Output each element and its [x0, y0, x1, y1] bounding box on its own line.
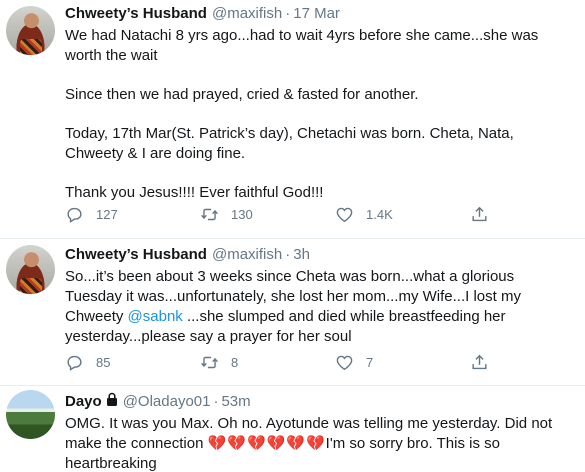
- avatar[interactable]: [6, 245, 55, 294]
- share-button[interactable]: [470, 205, 501, 224]
- like-count: 1.4K: [366, 207, 393, 222]
- like-count: 7: [366, 355, 374, 370]
- retweet-count: 8: [231, 355, 239, 370]
- tweet[interactable]: Dayo @Oladayo01 · 53m OMG. It was you Ma…: [0, 386, 585, 472]
- like-button[interactable]: 1.4K: [335, 205, 470, 224]
- timestamp[interactable]: 17 Mar: [293, 4, 340, 24]
- tweet[interactable]: Chweety’s Husband @maxifish · 3h So...it…: [0, 239, 585, 386]
- tweet-actions: 127 130 1.4K: [65, 205, 585, 224]
- timestamp[interactable]: 3h: [293, 245, 310, 265]
- reply-count: 127: [96, 207, 118, 222]
- share-icon: [472, 206, 487, 222]
- heart-icon: [336, 207, 353, 223]
- heart-icon: [336, 355, 353, 371]
- tweet-paragraph: We had Natachi 8 yrs ago...had to wait 4…: [65, 27, 539, 64]
- separator-dot: ·: [213, 393, 219, 410]
- reply-count: 85: [96, 355, 111, 370]
- separator-dot: ·: [285, 246, 291, 263]
- tweet-paragraph: Today, 17th Mar(St. Patrick’s day), Chet…: [65, 125, 514, 162]
- tweet-actions: 85 8 7: [65, 353, 585, 372]
- tweet[interactable]: Chweety’s Husband @maxifish · 17 Mar We …: [0, 0, 585, 239]
- tweet-header: Chweety’s Husband @maxifish · 17 Mar: [65, 4, 573, 24]
- share-button[interactable]: [470, 353, 501, 372]
- like-button[interactable]: 7: [335, 353, 470, 372]
- mention-link[interactable]: @sabnk: [128, 308, 183, 325]
- retweet-icon: [201, 356, 218, 369]
- display-name[interactable]: Chweety’s Husband: [65, 4, 207, 24]
- tweet-header: Chweety’s Husband @maxifish · 3h: [65, 245, 573, 265]
- reply-icon: [67, 355, 82, 371]
- tweet-text: OMG. It was you Max. Oh no. Ayotunde was…: [65, 414, 573, 472]
- tweet-header: Dayo @Oladayo01 · 53m: [65, 392, 573, 412]
- avatar[interactable]: [6, 6, 55, 55]
- separator-dot: ·: [285, 5, 291, 22]
- reply-button[interactable]: 127: [65, 205, 200, 224]
- lock-icon: [106, 392, 117, 406]
- tweet-paragraph: Since then we had prayed, cried & fasted…: [65, 86, 419, 103]
- user-handle[interactable]: @maxifish: [212, 245, 282, 265]
- display-name[interactable]: Dayo: [65, 392, 102, 412]
- retweet-count: 130: [231, 207, 253, 222]
- broken-heart-emoji: 💔💔💔💔💔💔: [207, 435, 326, 452]
- retweet-button[interactable]: 130: [200, 205, 335, 224]
- tweet-text: We had Natachi 8 yrs ago...had to wait 4…: [65, 26, 573, 203]
- retweet-icon: [201, 208, 218, 221]
- tweet-text: So...it’s been about 3 weeks since Cheta…: [65, 267, 573, 347]
- display-name[interactable]: Chweety’s Husband: [65, 245, 207, 265]
- tweet-paragraph: Thank you Jesus!!!! Ever faithful God!!!: [65, 184, 324, 201]
- reply-button[interactable]: 85: [65, 353, 200, 372]
- reply-icon: [67, 207, 82, 223]
- user-handle[interactable]: @Oladayo01: [123, 392, 211, 412]
- timestamp[interactable]: 53m: [221, 392, 250, 412]
- avatar[interactable]: [6, 390, 55, 439]
- share-icon: [472, 354, 487, 370]
- user-handle[interactable]: @maxifish: [212, 4, 282, 24]
- retweet-button[interactable]: 8: [200, 353, 335, 372]
